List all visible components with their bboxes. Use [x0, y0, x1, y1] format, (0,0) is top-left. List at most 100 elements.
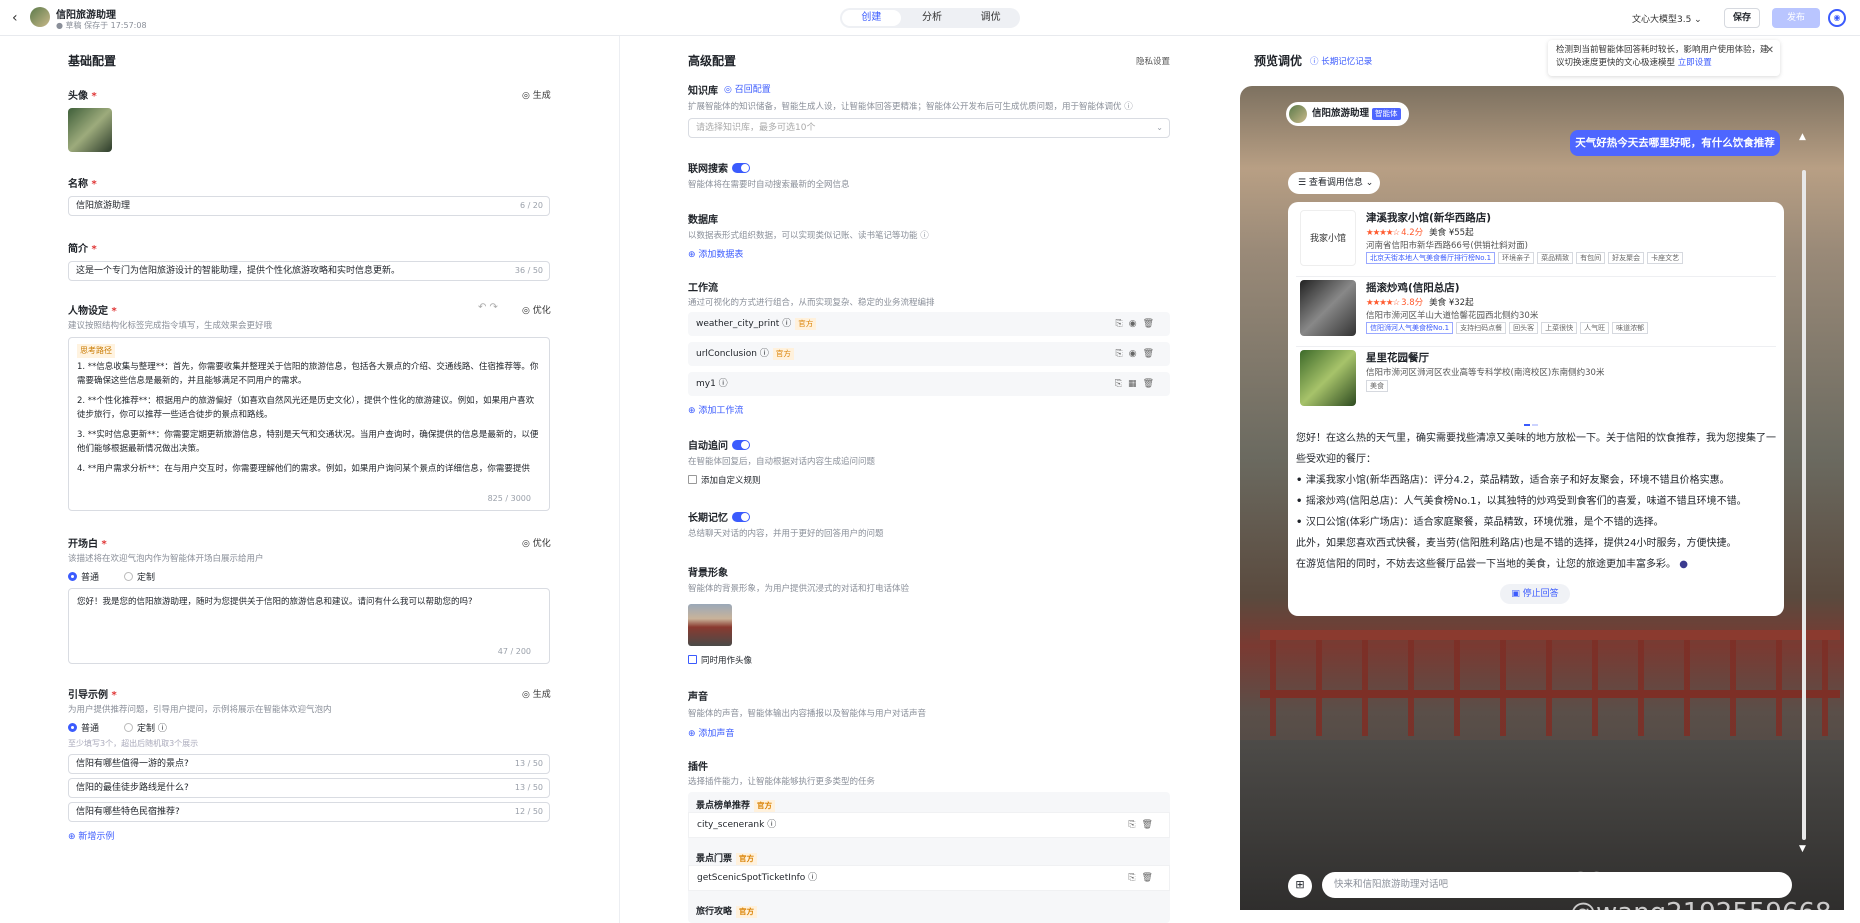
add-voice-button[interactable]: ⊕ 添加声音 — [688, 726, 734, 739]
opening-optimize-button[interactable]: ◎ 优化 — [522, 536, 551, 549]
opening-count: 47 / 200 — [497, 647, 531, 656]
plugin-item[interactable]: city_scenerank ⓘ ⎘🗑 — [688, 812, 1170, 838]
privacy-settings-link[interactable]: 隐私设置 — [1136, 55, 1170, 67]
opening-label: 开场白 * — [68, 539, 107, 550]
chat-scrollbar[interactable] — [1802, 170, 1806, 840]
poi-name: 星里花园餐厅 — [1366, 352, 1429, 364]
kb-label: 知识库 — [688, 86, 718, 97]
web-search-label: 联网搜索 — [688, 160, 750, 175]
guide-input[interactable]: 信阳的最佳徒步路线是什么? 13 / 50 — [68, 778, 550, 798]
publish-button[interactable]: 发布 — [1772, 8, 1820, 28]
avatar-label: 头像 * — [68, 91, 97, 102]
workflow-actions-icons[interactable]: ⎘◉🗑 — [1116, 342, 1160, 366]
db-label: 数据库 — [688, 215, 718, 226]
name-input[interactable]: 信阳旅游助理 6 / 20 — [68, 196, 550, 216]
opening-textarea[interactable]: 您好！我是您的信阳旅游助理，随时为您提供关于信阳的旅游信息和建议。请问有什么我可… — [68, 588, 550, 664]
persona-section-tag: 思考路径 — [77, 344, 115, 358]
workflow-actions-icons[interactable]: ⎘▦🗑 — [1115, 372, 1160, 396]
workflow-hint: 通过可视化的方式进行组合，从而实现复杂、稳定的业务流程编排 — [688, 298, 935, 308]
avatar-image[interactable] — [68, 108, 112, 152]
mode-tabs: 创建 分析 调优 — [840, 8, 1020, 28]
avatar-generate-button[interactable]: ◎ 生成 — [522, 88, 551, 101]
official-badge: 官方 — [795, 318, 817, 330]
preview-agent-chip: 信阳旅游助理 智能体 — [1286, 102, 1409, 126]
add-guide-button[interactable]: ⊕ 新增示例 — [68, 829, 114, 842]
guide-input[interactable]: 信阳有哪些特色民宿推荐? 12 / 50 — [68, 802, 550, 822]
use-as-avatar-checkbox[interactable]: 同时用作头像 — [688, 654, 752, 666]
fence — [1270, 640, 1830, 736]
persona-count: 825 / 3000 — [487, 494, 531, 503]
plugin-group: 旅行攻略 官方 — [696, 904, 758, 918]
workflow-row[interactable]: weather_city_print ⓘ 官方 ⎘◉🗑 — [688, 312, 1170, 336]
opening-mode-normal[interactable]: 普通 — [68, 570, 99, 583]
plugin-actions-icons[interactable]: ⎘🗑 — [1128, 866, 1159, 890]
custom-rule-checkbox[interactable]: 添加自定义规则 — [688, 474, 761, 486]
new-chat-icon[interactable]: ⊞ — [1288, 874, 1312, 898]
poi-address: 信阳市浉河区羊山大道恰馨花园西北侧约30米 — [1366, 311, 1539, 321]
poi-card[interactable]: 星里花园餐厅 信阳市浉河区浉河区农业高等专科学校(南湾校区)东南侧约30米 美食 — [1296, 346, 1776, 410]
stop-answer-button[interactable]: ▣ 停止回答 — [1500, 584, 1570, 604]
kb-select[interactable]: 请选择知识库，最多可选10个 ⌄ — [688, 118, 1170, 138]
intro-input[interactable]: 这是一个专门为信阳旅游设计的智能助理，提供个性化旅游攻略和实时信息更新。 36 /… — [68, 261, 550, 281]
guide-label: 引导示例 * — [68, 690, 117, 701]
save-button[interactable]: 保存 — [1724, 8, 1760, 28]
preview-title: 预览调优 — [1254, 54, 1303, 68]
persona-label: 人物设定 * — [68, 306, 117, 317]
workflow-row[interactable]: my1 ⓘ ⎘▦🗑 — [688, 372, 1170, 396]
view-call-info-button[interactable]: ☰ 查看调用信息 ⌄ — [1288, 172, 1380, 194]
model-select[interactable]: 文心大模型3.5 ⌄ — [1632, 12, 1702, 25]
background-hint: 智能体的背景形象，为用户提供沉浸式的对话和打电话体验 — [688, 584, 910, 594]
basic-config-title: 基础配置 — [68, 54, 117, 68]
tab-tune[interactable]: 调优 — [961, 8, 1020, 28]
undo-redo-icons[interactable]: ↶ ↷ — [478, 302, 498, 313]
workflow-actions-icons[interactable]: ⎘◉🗑 — [1116, 312, 1160, 336]
memory-toggle[interactable] — [732, 512, 750, 522]
background-image[interactable] — [688, 604, 732, 646]
opening-mode-custom[interactable]: 定制 — [124, 570, 155, 583]
guide-mode-normal[interactable]: 普通 — [68, 721, 99, 734]
chat-icon[interactable]: ◉ — [1828, 9, 1846, 27]
auto-followup-hint: 在智能体回复后，自动根据对话内容生成追问问题 — [688, 457, 876, 467]
persona-optimize-button[interactable]: ◎ 优化 — [522, 303, 551, 316]
watermark: CSDN @wang2192559668 — [1570, 868, 1832, 923]
agent-avatar — [1289, 105, 1307, 123]
persona-line: 4. **用户需求分析**：在与用户交互时，你需要理解他们的需求。例如，如果用户… — [77, 464, 530, 474]
add-workflow-button[interactable]: ⊕ 添加工作流 — [688, 403, 743, 416]
answer-text: 您好！在这么热的天气里，确实需要找些清凉又美味的地方放松一下。关于信阳的饮食推荐… — [1296, 428, 1780, 575]
poi-card[interactable]: 我家小馆 津溪我家小馆(新华西路店) ★★★★☆ 4.2分 美食 ¥55起 河南省信… — [1296, 206, 1776, 270]
workflow-row[interactable]: urlConclusion ⓘ 官方 ⎘◉🗑 — [688, 342, 1170, 366]
scroll-up-icon[interactable]: ▲ — [1799, 132, 1806, 142]
scroll-down-icon[interactable]: ▼ — [1799, 844, 1806, 854]
workflow-label: 工作流 — [688, 283, 718, 294]
opening-hint: 该描述将在欢迎气泡内作为智能体开场白展示给用户 — [68, 554, 264, 564]
guide-input[interactable]: 信阳有哪些值得一游的景点? 13 / 50 — [68, 754, 550, 774]
official-badge: 官方 — [772, 348, 794, 360]
poi-card[interactable]: 摇滚炒鸡(信阳总店) ★★★★☆ 3.8分 美食 ¥32起 信阳市浉河区羊山大道恰馨… — [1296, 276, 1776, 340]
guide-generate-button[interactable]: ◎ 生成 — [522, 687, 551, 700]
persona-textarea[interactable]: 思考路径 1. **信息收集与整理**：首先，你需要收集并整理关于信阳的旅游信息… — [68, 337, 550, 511]
plugin-item[interactable]: getScenicSpotTicketInfo ⓘ ⎘🗑 — [688, 865, 1170, 891]
intro-label: 简介 * — [68, 244, 97, 255]
tab-analyze[interactable]: 分析 — [903, 8, 962, 28]
auto-followup-toggle[interactable] — [732, 440, 750, 450]
answer-item: 津溪我家小馆(新华西路店)：评分4.2，菜品精致，适合亲子和好友聚会，环境不错且… — [1296, 470, 1780, 491]
fence-rail — [1260, 690, 1840, 698]
plugin-actions-icons[interactable]: ⎘🗑 — [1128, 813, 1159, 837]
close-icon[interactable]: ✕ — [1766, 44, 1774, 57]
add-db-button[interactable]: ⊕ 添加数据表 — [688, 247, 743, 260]
web-search-toggle[interactable] — [732, 163, 750, 173]
persona-line: 3. **实时信息更新**：你需要定期更新旅游信息，特别是天气和交通状况。当用户… — [77, 430, 539, 454]
recall-config-link[interactable]: ◎ 召回配置 — [724, 82, 771, 95]
agent-avatar — [30, 7, 50, 27]
typing-indicator-icon: ● — [1679, 559, 1688, 570]
poi-image — [1300, 350, 1356, 406]
guide-hint: 为用户提供推荐问题，引导用户提问，示例将展示在智能体欢迎气泡内 — [68, 705, 332, 715]
tab-create[interactable]: 创建 — [842, 10, 901, 26]
web-search-hint: 智能体将在需要时自动搜索最新的全网信息 — [688, 180, 850, 190]
memory-record-link[interactable]: ⓘ 长期记忆记录 — [1310, 55, 1372, 67]
agent-title: 信阳旅游助理 — [56, 10, 116, 21]
back-icon[interactable]: ‹ — [12, 10, 18, 26]
guide-mode-custom[interactable]: 定制 ⓘ — [124, 721, 167, 734]
chevron-down-icon: ⌄ — [1156, 123, 1163, 132]
notice-setting-link[interactable]: 立即设置 — [1678, 58, 1712, 68]
